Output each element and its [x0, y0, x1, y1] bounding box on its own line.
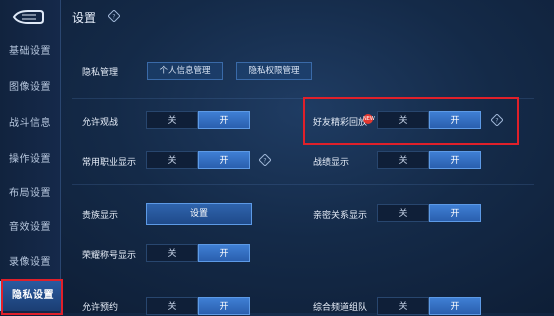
toggle-on[interactable]: 开: [198, 297, 250, 315]
divider: [72, 184, 534, 185]
toggle-off[interactable]: 关: [377, 151, 429, 169]
sidebar-item-replay[interactable]: 录像设置: [0, 253, 60, 273]
glory-title-toggle[interactable]: 关 开: [146, 244, 250, 262]
toggle-on[interactable]: 开: [198, 151, 250, 169]
toggle-off[interactable]: 关: [377, 297, 429, 315]
sidebar-item-sound[interactable]: 音效设置: [0, 218, 60, 238]
intimate-relation-toggle[interactable]: 关 开: [377, 204, 481, 222]
personal-info-button[interactable]: 个人信息管理: [147, 62, 223, 80]
toggle-off[interactable]: 关: [377, 204, 429, 222]
channel-team-label: 综合频道组队: [313, 303, 368, 313]
channel-team-toggle[interactable]: 关 开: [377, 297, 481, 315]
svg-text:?: ?: [112, 14, 115, 21]
toggle-on[interactable]: 开: [429, 151, 481, 169]
info-diamond-icon[interactable]: ?: [259, 154, 271, 166]
sidebar-item-battle-info[interactable]: 战斗信息: [0, 114, 60, 134]
privacy-management-label: 隐私管理: [82, 68, 119, 78]
intimate-relation-label: 亲密关系显示: [313, 211, 368, 221]
toggle-off[interactable]: 关: [146, 297, 198, 315]
back-arrow-icon[interactable]: [10, 9, 44, 25]
sidebar-item-controls[interactable]: 操作设置: [0, 150, 60, 170]
toggle-on[interactable]: 开: [198, 111, 250, 129]
sidebar-item-basic[interactable]: 基础设置: [0, 42, 60, 62]
sidebar-item-image[interactable]: 图像设置: [0, 78, 60, 98]
allow-spectate-toggle[interactable]: 关 开: [146, 111, 250, 129]
glory-title-label: 荣耀称号显示: [82, 251, 137, 261]
highlight-box-friend: [303, 97, 519, 145]
sidebar-item-layout[interactable]: 布局设置: [0, 184, 60, 204]
toggle-off[interactable]: 关: [146, 111, 198, 129]
sidebar: 基础设置 图像设置 战斗信息 操作设置 布局设置 音效设置 录像设置 隐私设置: [0, 0, 63, 313]
allow-reservation-toggle[interactable]: 关 开: [146, 297, 250, 315]
battle-record-toggle[interactable]: 关 开: [377, 151, 481, 169]
allow-reservation-label: 允许预约: [82, 303, 119, 313]
svg-text:?: ?: [263, 158, 266, 165]
allow-spectate-label: 允许观战: [82, 118, 119, 128]
highlight-box-sidebar: [1, 279, 63, 315]
page-title: 设置: [72, 11, 97, 25]
battle-record-label: 战绩显示: [313, 158, 350, 168]
toggle-on[interactable]: 开: [429, 204, 481, 222]
common-job-label: 常用职业显示: [82, 158, 137, 168]
privacy-permission-button[interactable]: 隐私权限管理: [236, 62, 312, 80]
noble-settings-button[interactable]: 设置: [146, 203, 252, 225]
toggle-on[interactable]: 开: [198, 244, 250, 262]
toggle-off[interactable]: 关: [146, 244, 198, 262]
toggle-off[interactable]: 关: [146, 151, 198, 169]
toggle-on[interactable]: 开: [429, 297, 481, 315]
info-diamond-icon[interactable]: ?: [108, 10, 120, 22]
noble-display-label: 贵族显示: [82, 211, 119, 221]
common-job-toggle[interactable]: 关 开: [146, 151, 250, 169]
